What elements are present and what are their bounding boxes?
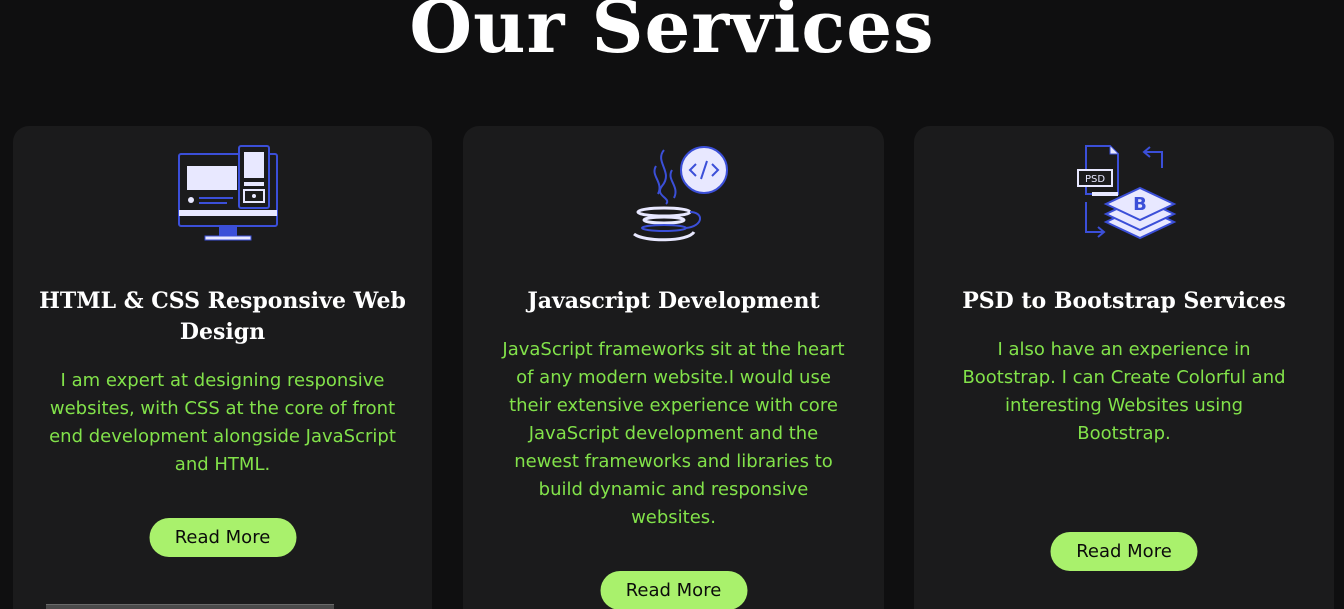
psd-to-bootstrap-icon: PSD B [1064, 142, 1184, 246]
card-title: PSD to Bootstrap Services [962, 288, 1286, 314]
card-title: HTML & CSS Responsive Web Design [39, 288, 406, 345]
service-card-html-css: HTML & CSS Responsive Web Design I am ex… [13, 126, 432, 609]
svg-text:B: B [1133, 194, 1147, 215]
card-description: I am expert at designing responsive webs… [49, 370, 396, 475]
read-more-button[interactable]: Read More [149, 518, 296, 557]
java-code-icon [614, 142, 734, 246]
read-more-button[interactable]: Read More [600, 571, 747, 609]
read-more-button[interactable]: Read More [1050, 532, 1198, 571]
section-title: Our Services [409, 0, 935, 69]
horizontal-scrollbar[interactable] [46, 604, 334, 609]
card-description: I also have an experience in Bootstrap. … [962, 339, 1286, 444]
service-card-javascript: Javascript Development JavaScript framew… [463, 126, 884, 609]
svg-text:PSD: PSD [1085, 174, 1105, 185]
desktop-monitor-icon [163, 142, 283, 246]
service-card-psd-bootstrap: PSD B PSD to Bootstrap Services I also h… [914, 126, 1334, 609]
card-title: Javascript Development [527, 288, 820, 314]
services-section: Our Services HTML & CSS Responsive Web D… [0, 0, 1344, 609]
card-description: JavaScript frameworks sit at the heart o… [502, 339, 845, 528]
